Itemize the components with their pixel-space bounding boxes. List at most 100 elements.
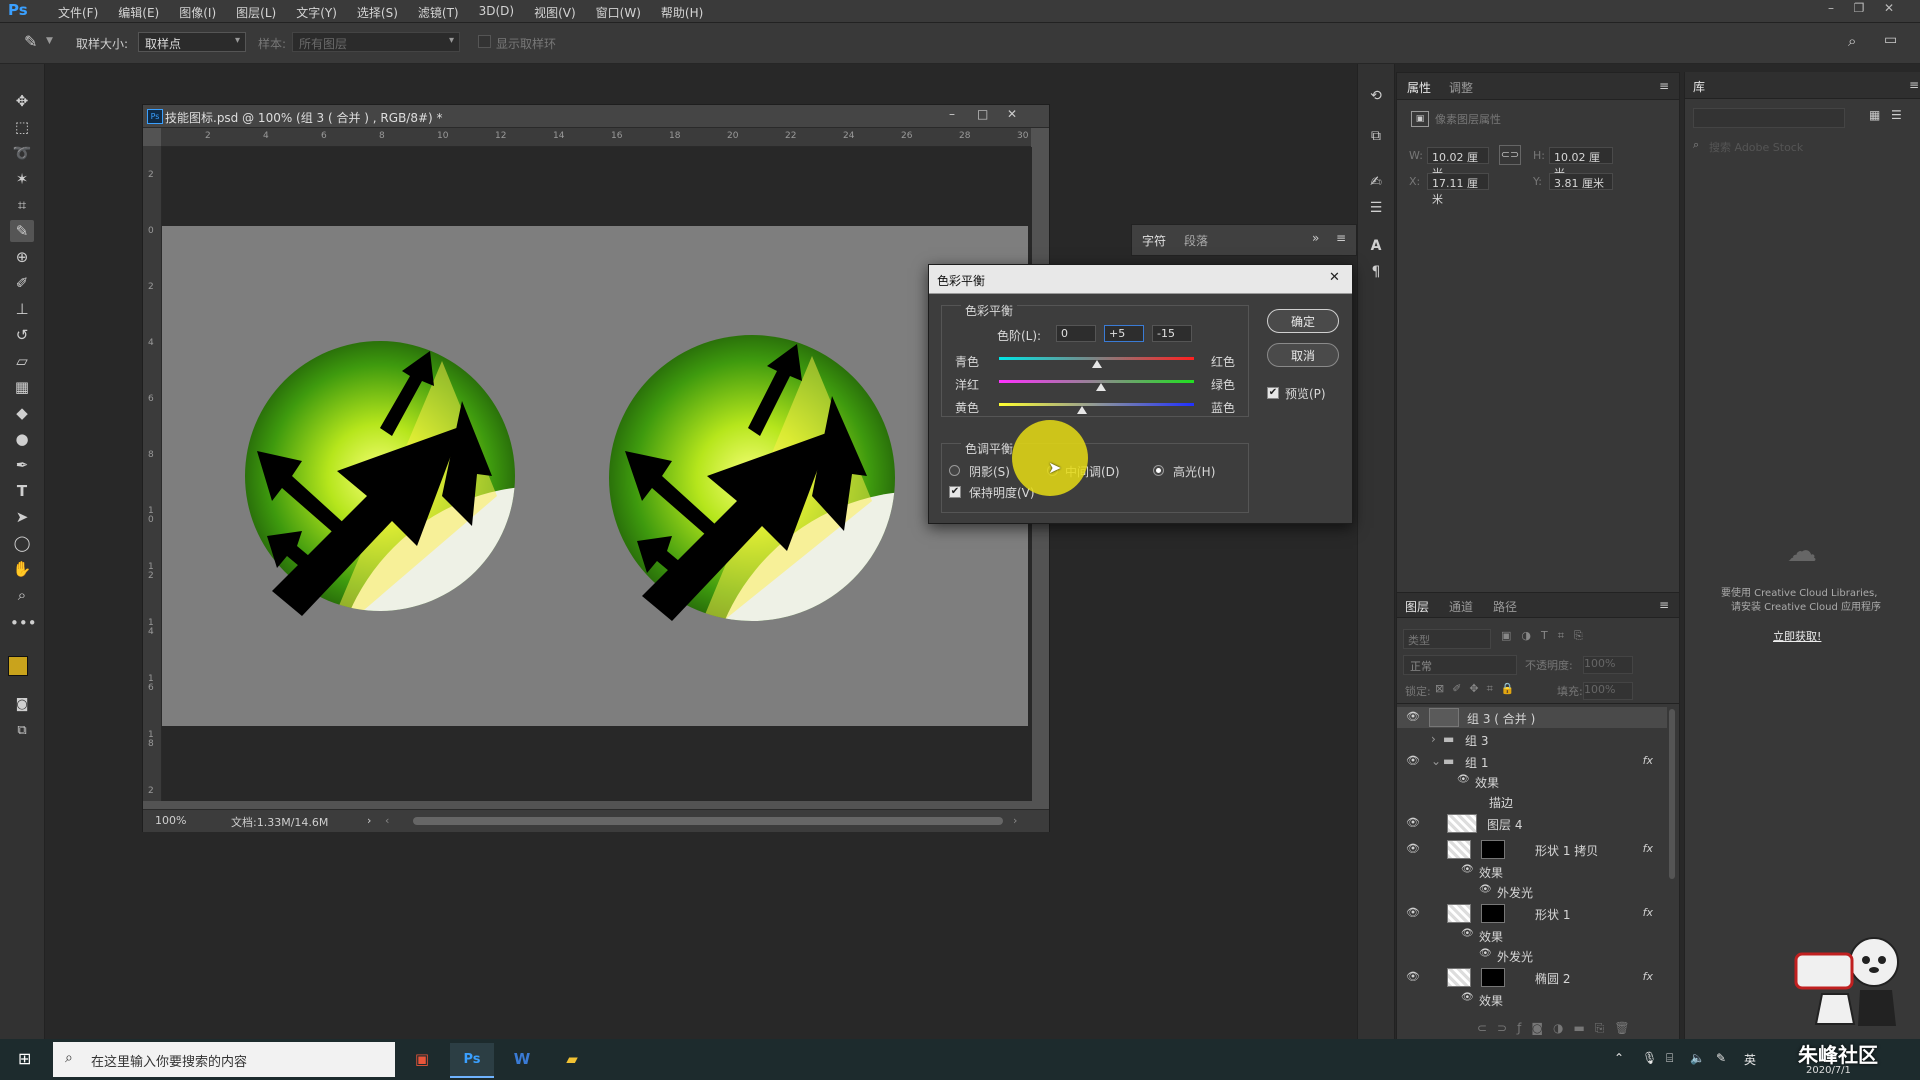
link-icon[interactable]: ⊂⊃ xyxy=(1499,145,1521,165)
grid-view-icon[interactable]: ▦ xyxy=(1869,108,1880,122)
move-tool-icon[interactable]: ✥ xyxy=(10,90,34,112)
eye-icon[interactable]: 👁 xyxy=(1461,928,1474,939)
panel-menu-icon[interactable]: ≡ xyxy=(1909,78,1919,92)
dodge-tool-icon[interactable]: ● xyxy=(10,428,34,450)
horizontal-scrollbar[interactable] xyxy=(413,817,1003,825)
file-explorer-icon[interactable]: ▰ xyxy=(550,1043,594,1076)
fill-field[interactable]: 100% xyxy=(1583,682,1633,700)
taskbar-search[interactable]: ⌕ 在这里输入你要搜索的内容 xyxy=(53,1042,395,1077)
magic-wand-icon[interactable]: ✶ xyxy=(10,168,34,190)
cancel-button[interactable]: 取消 xyxy=(1267,343,1339,367)
menu-image[interactable]: 图像(I) xyxy=(169,0,226,22)
more-tools-icon[interactable]: ••• xyxy=(10,612,37,634)
chevron-down-icon[interactable]: ▼ xyxy=(46,36,53,46)
ellipse-tool-icon[interactable]: ◯ xyxy=(10,532,34,554)
foreground-color-swatch[interactable] xyxy=(8,656,28,676)
layer-effect-row[interactable]: 👁 外发光 xyxy=(1397,881,1667,902)
eye-icon[interactable]: 👁 xyxy=(1479,884,1492,895)
menu-select[interactable]: 选择(S) xyxy=(347,0,408,22)
clone-source-icon[interactable]: ⧉ xyxy=(1366,126,1386,146)
eye-icon[interactable]: 👁 xyxy=(1406,816,1420,829)
ok-button[interactable]: 确定 xyxy=(1267,309,1339,333)
layer-effect-row[interactable]: 描边 xyxy=(1397,791,1667,812)
panel-menu-icon[interactable]: ≡ xyxy=(1659,79,1669,93)
tab-libraries[interactable]: 库 xyxy=(1693,78,1705,95)
chevron-right-icon[interactable]: › xyxy=(367,814,371,827)
brush-settings-icon[interactable]: ✍ xyxy=(1366,172,1386,192)
chevron-right-icon[interactable]: › xyxy=(1431,732,1436,746)
zoom-tool-icon[interactable]: ⌕ xyxy=(10,584,34,606)
fx-icon[interactable]: fx xyxy=(1643,970,1653,983)
history-icon[interactable]: ⟲ xyxy=(1366,86,1386,106)
eye-icon[interactable]: 👁 xyxy=(1479,948,1492,959)
tab-channels[interactable]: 通道 xyxy=(1449,598,1473,615)
dialog-title-bar[interactable]: 色彩平衡 ✕ xyxy=(929,265,1352,294)
type-tool-icon[interactable]: T xyxy=(10,480,34,502)
sample-select[interactable]: 所有图层 ▾ xyxy=(292,32,460,52)
adjust-sliders-icon[interactable]: ☰ xyxy=(1366,198,1386,218)
layer-filter-select[interactable]: 类型 xyxy=(1403,629,1491,649)
scroll-left-icon[interactable]: ‹ xyxy=(385,814,389,827)
character-icon[interactable]: A xyxy=(1366,236,1386,256)
crop-tool-icon[interactable]: ⌗ xyxy=(10,194,34,216)
layer-effect-row[interactable]: 👁 外发光 xyxy=(1397,945,1667,966)
dialog-close-icon[interactable]: ✕ xyxy=(1329,270,1340,285)
minimize-icon[interactable]: – xyxy=(1820,1,1842,19)
search-icon[interactable]: ⌕ xyxy=(1848,32,1856,50)
width-field[interactable]: 10.02 厘米 xyxy=(1427,147,1489,180)
document-title-bar[interactable]: Ps 技能图标.psd @ 100% (组 3 ( 合并 ) , RGB/8#)… xyxy=(143,105,1049,128)
fx-icon[interactable]: fx xyxy=(1643,842,1653,855)
wps-writer-icon[interactable]: W xyxy=(500,1043,544,1076)
menu-file[interactable]: 文件(F) xyxy=(48,0,108,22)
pen-icon[interactable]: ✎ xyxy=(1716,1051,1726,1065)
ime-indicator[interactable]: 英 xyxy=(1744,1051,1756,1068)
menu-help[interactable]: 帮助(H) xyxy=(651,0,713,22)
eraser-tool-icon[interactable]: ▱ xyxy=(10,350,34,372)
get-now-link[interactable]: 立即获取! xyxy=(1773,628,1821,644)
menu-layer[interactable]: 图层(L) xyxy=(226,0,286,22)
tab-paths[interactable]: 路径 xyxy=(1493,598,1517,615)
stamp-tool-icon[interactable]: ⊥ xyxy=(10,298,34,320)
stock-search-input[interactable]: 搜索 Adobe Stock xyxy=(1709,139,1803,155)
layer-footer-icons[interactable]: ⊂⊃ƒ◙◑▬⎘🗑 xyxy=(1477,1021,1640,1036)
path-select-icon[interactable]: ➤ xyxy=(10,506,34,528)
highlights-radio[interactable] xyxy=(1153,465,1164,476)
quick-mask-icon[interactable]: ◙ xyxy=(10,694,34,716)
lasso-tool-icon[interactable]: ➰ xyxy=(10,142,34,164)
height-field[interactable]: 10.02 厘米 xyxy=(1549,147,1613,180)
scroll-right-icon[interactable]: › xyxy=(1013,814,1017,827)
eye-icon[interactable]: 👁 xyxy=(1406,970,1420,983)
show-ring-checkbox[interactable] xyxy=(478,35,491,48)
eye-icon[interactable]: 👁 xyxy=(1406,710,1420,723)
layer-row[interactable]: 👁 椭圆 2 fx xyxy=(1397,967,1667,988)
menu-filter[interactable]: 滤镜(T) xyxy=(408,0,469,22)
layers-scrollbar[interactable] xyxy=(1669,709,1675,879)
microphone-icon[interactable]: 🎙 xyxy=(1642,1051,1657,1065)
tab-layers[interactable]: 图层 xyxy=(1405,598,1429,615)
restore-icon[interactable]: ❐ xyxy=(1848,1,1870,19)
layer-row[interactable]: 👁 组 3 ( 合并 ) xyxy=(1397,707,1667,728)
chevron-down-icon[interactable]: ⌄ xyxy=(1431,754,1441,768)
list-view-icon[interactable]: ☰ xyxy=(1891,108,1902,122)
yellow-blue-slider-thumb[interactable] xyxy=(1076,406,1087,414)
canvas[interactable] xyxy=(162,226,1028,726)
menu-type[interactable]: 文字(Y) xyxy=(286,0,347,22)
layer-row[interactable]: › ▬ 组 3 xyxy=(1397,729,1667,750)
volume-icon[interactable]: 🔈 xyxy=(1690,1051,1705,1065)
blend-mode-select[interactable]: 正常 xyxy=(1403,655,1517,675)
doc-maximize-icon[interactable]: □ xyxy=(977,107,988,121)
level-yellow-blue-input[interactable]: -15 xyxy=(1152,325,1192,342)
eye-icon[interactable]: 👁 xyxy=(1406,842,1420,855)
eye-icon[interactable]: 👁 xyxy=(1457,774,1470,785)
fx-icon[interactable]: fx xyxy=(1643,754,1653,767)
preview-checkbox[interactable]: ✔ xyxy=(1267,387,1279,399)
hand-tool-icon[interactable]: ✋ xyxy=(10,558,34,580)
eye-icon[interactable]: 👁 xyxy=(1406,906,1420,919)
photoshop-app-icon[interactable]: Ps xyxy=(450,1043,494,1078)
eyedropper-tool-icon[interactable]: ✎ xyxy=(10,220,34,242)
magenta-green-slider-thumb[interactable] xyxy=(1096,383,1107,391)
tab-character[interactable]: 字符 xyxy=(1142,232,1166,249)
menu-window[interactable]: 窗口(W) xyxy=(586,0,651,22)
filter-icons[interactable]: ▣◑T⌗⎘ xyxy=(1501,629,1593,643)
tab-properties[interactable]: 属性 xyxy=(1407,79,1431,96)
